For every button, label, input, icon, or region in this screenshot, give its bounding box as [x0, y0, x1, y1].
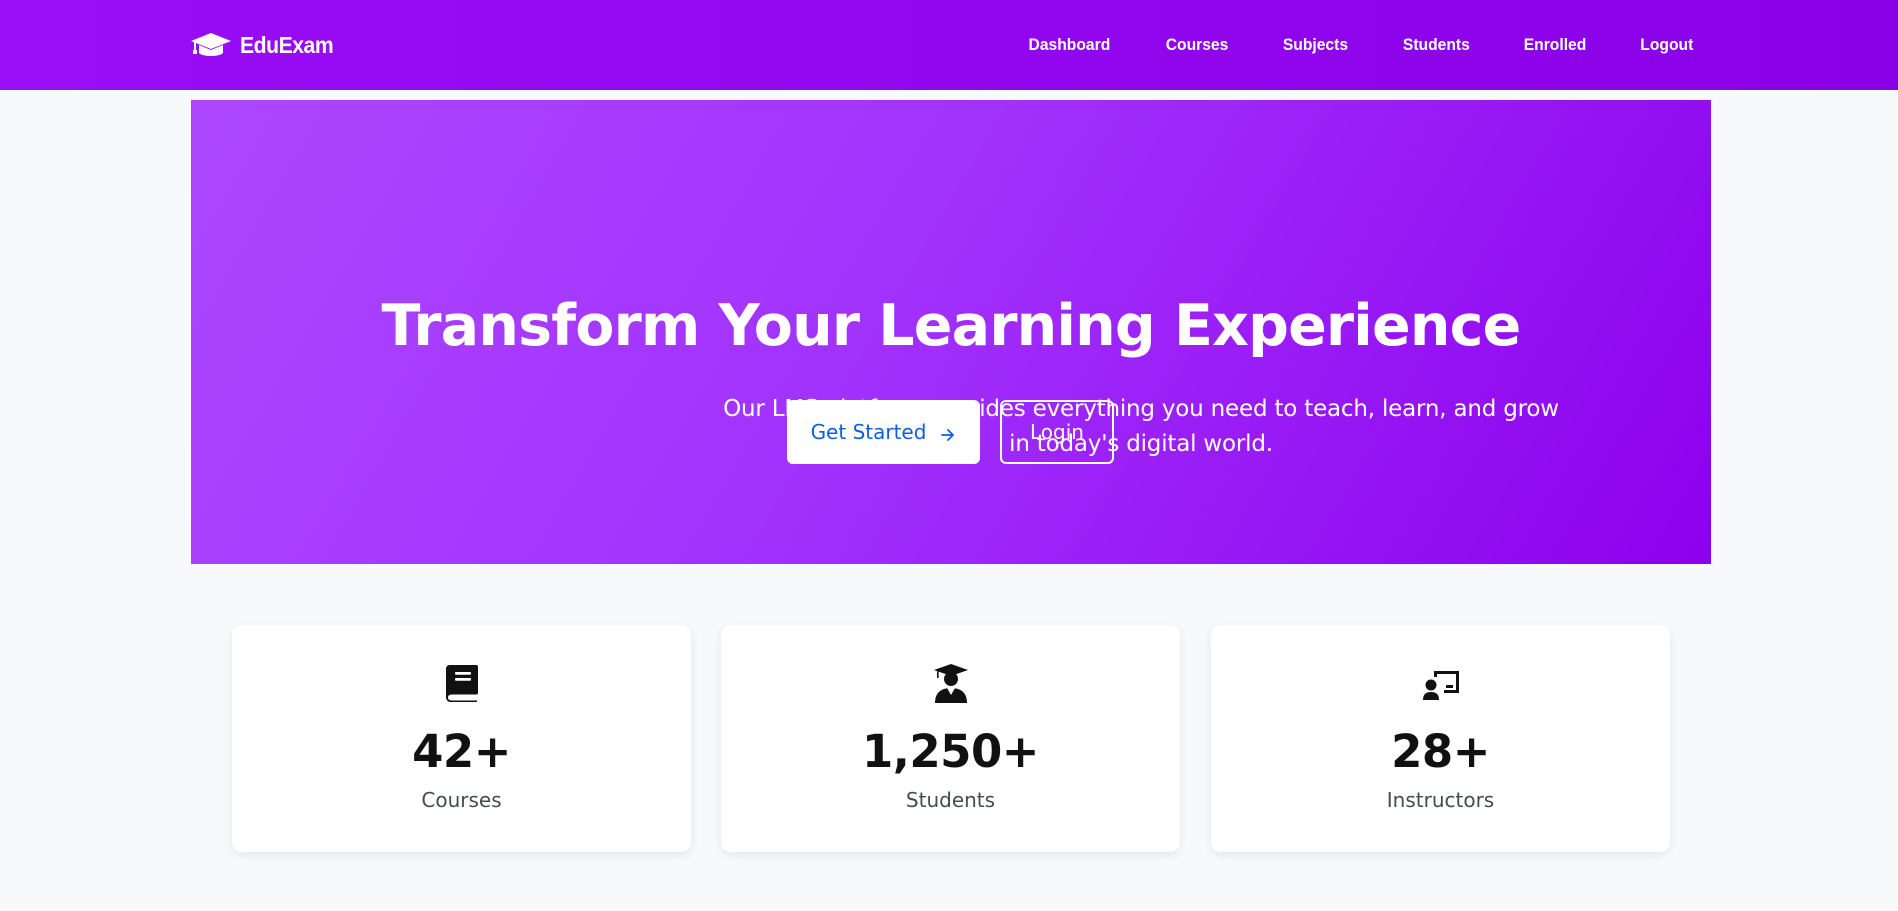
instructors-label: Instructors: [1386, 788, 1495, 812]
chalkboard-teacher-icon: [1422, 663, 1460, 703]
nav-link-logout[interactable]: Logout: [1641, 35, 1694, 55]
nav-link-courses[interactable]: Courses: [1165, 35, 1228, 55]
stat-card-students: 1,250+ Students: [721, 625, 1180, 852]
brand-link[interactable]: EduExam: [190, 0, 341, 90]
login-button[interactable]: Login: [1000, 400, 1114, 464]
nav-link-enrolled[interactable]: Enrolled: [1524, 35, 1587, 55]
stat-card-courses: 42+ Courses: [232, 625, 691, 852]
courses-label: Courses: [421, 788, 502, 812]
brand-name: EduExam: [240, 31, 334, 58]
nav-links: Dashboard Courses Subjects Students Enro…: [976, 0, 1696, 90]
instructors-count: 28+: [1391, 725, 1490, 778]
book-icon: [443, 663, 481, 703]
students-label: Students: [905, 788, 996, 812]
login-label: Login: [1030, 420, 1084, 444]
hero-section: Transform Your Learning Experience Our L…: [191, 100, 1711, 564]
get-started-button[interactable]: Get Started: [787, 400, 980, 464]
navbar: EduExam Dashboard Courses Subjects Stude…: [0, 0, 1898, 90]
nav-link-subjects[interactable]: Subjects: [1283, 35, 1348, 55]
courses-count: 42+: [412, 725, 511, 778]
graduation-cap-icon: [190, 30, 232, 60]
stat-card-instructors: 28+ Instructors: [1211, 625, 1670, 852]
nav-link-dashboard[interactable]: Dashboard: [1029, 35, 1111, 55]
students-count: 1,250+: [861, 725, 1040, 778]
hero-title: Transform Your Learning Experience: [381, 293, 1522, 359]
user-graduate-icon: [932, 663, 970, 703]
nav-link-students[interactable]: Students: [1403, 35, 1470, 55]
get-started-label: Get Started: [810, 420, 927, 444]
arrow-right-icon: [940, 424, 956, 441]
